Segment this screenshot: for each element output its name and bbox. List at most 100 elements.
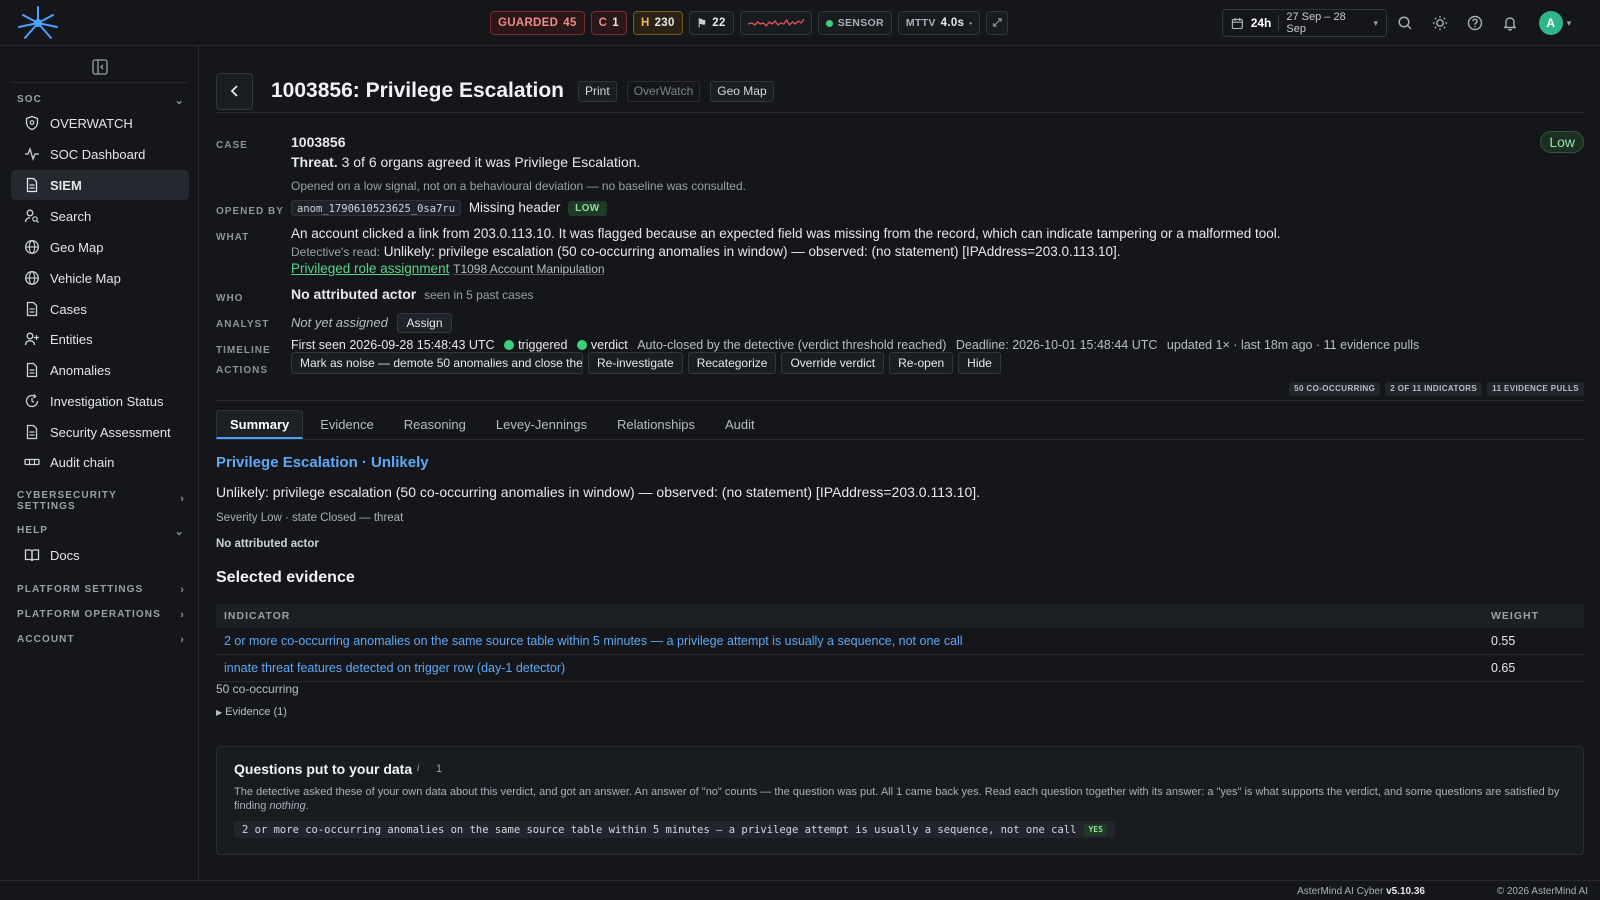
- document-icon: [26, 301, 38, 317]
- re-open-button[interactable]: Re-open: [889, 352, 954, 374]
- sidebar-section-platform-settings[interactable]: PLATFORM SETTINGS ›: [17, 584, 185, 596]
- date-range-text: 27 Sep – 28 Sep: [1286, 11, 1346, 35]
- geo-map-button[interactable]: Geo Map: [710, 80, 774, 102]
- question-item[interactable]: 2 or more co-occurring anomalies on the …: [234, 821, 1115, 838]
- tab-audit[interactable]: Audit: [712, 410, 768, 439]
- date-range-picker[interactable]: 24h 27 Sep – 28 Sep ▾: [1222, 9, 1387, 37]
- notifications-bell-icon[interactable]: [1500, 10, 1520, 36]
- first-seen: First seen 2026-09-28 15:48:43 UTC: [291, 338, 495, 352]
- date-range-divider: [1278, 15, 1280, 31]
- who-note: seen in 5 past cases: [424, 288, 534, 302]
- sidebar-item-label: Geo Map: [50, 239, 104, 255]
- sidebar-section-help[interactable]: HELP ⌄: [17, 525, 185, 538]
- overwatch-button[interactable]: OverWatch: [626, 80, 701, 102]
- sidebar-item-entities[interactable]: Entities: [11, 324, 189, 354]
- theme-toggle-icon[interactable]: [1430, 10, 1450, 36]
- sidebar-section-account[interactable]: ACCOUNT ›: [17, 634, 185, 646]
- print-button[interactable]: Print: [578, 80, 617, 102]
- sidebar-collapse-icon[interactable]: [91, 58, 109, 76]
- high-count-pill[interactable]: H 230: [632, 11, 683, 35]
- column-header-indicator[interactable]: INDICATOR: [216, 610, 1489, 622]
- deadline-text: Deadline: 2026-10-01 15:48:44 UTC: [955, 338, 1158, 352]
- chevron-right-icon: ›: [180, 634, 185, 646]
- help-icon[interactable]: [1465, 10, 1485, 36]
- re-investigate-button[interactable]: Re-investigate: [588, 352, 683, 374]
- table-row[interactable]: 2 or more co-occurring anomalies on the …: [216, 628, 1584, 655]
- sidebar-item-docs[interactable]: Docs: [11, 540, 189, 570]
- indicator-cell[interactable]: innate threat features detected on trigg…: [216, 661, 1489, 675]
- sidebar-item-anomalies[interactable]: Anomalies: [11, 355, 189, 385]
- case-tabs: Summary Evidence Reasoning Levey-Jenning…: [216, 410, 1584, 440]
- section-label: PLATFORM OPERATIONS: [17, 609, 161, 620]
- question-text: 2 or more co-occurring anomalies on the …: [242, 823, 1077, 836]
- globe-icon: [25, 271, 39, 285]
- sidebar-item-siem[interactable]: SIEM: [11, 170, 189, 200]
- indicator-cell[interactable]: 2 or more co-occurring anomalies on the …: [216, 634, 1489, 648]
- recategorize-button[interactable]: Recategorize: [687, 352, 777, 374]
- anomaly-id-chip[interactable]: anom_1790610523625_0sa7ru: [291, 200, 462, 217]
- mttv-pill[interactable]: MTTV 4.0s •: [897, 11, 981, 35]
- evidence-disclosure[interactable]: ▶ Evidence (1): [216, 706, 287, 718]
- astermind-logo[interactable]: [16, 3, 60, 43]
- answer-badge: YES: [1084, 823, 1107, 836]
- search-icon[interactable]: [1395, 10, 1415, 36]
- book-icon: [24, 549, 40, 562]
- weight-cell: 0.65: [1491, 661, 1516, 675]
- hide-button[interactable]: Hide: [958, 352, 1001, 374]
- flag-count-pill[interactable]: ⚑ 22: [688, 11, 734, 35]
- sidebar-item-security-assessment[interactable]: Security Assessment: [11, 417, 189, 447]
- refresh-icon: [25, 394, 39, 408]
- sidebar-section-platform-operations[interactable]: PLATFORM OPERATIONS ›: [17, 609, 185, 621]
- mark-as-noise-button[interactable]: Mark as noise — demote 50 anomalies and …: [291, 352, 583, 374]
- tab-relationships[interactable]: Relationships: [604, 410, 708, 439]
- title-row: 1003856: Privilege Escalation Print Over…: [216, 72, 1584, 110]
- high-value: 230: [654, 17, 675, 29]
- sidebar-item-cases[interactable]: Cases: [11, 294, 189, 324]
- evidence-pulls-badge: 11 EVIDENCE PULLS: [1487, 382, 1584, 396]
- sidebar-item-audit-chain[interactable]: Audit chain: [11, 447, 189, 477]
- sidebar-section-soc[interactable]: SOC ⌄: [17, 94, 185, 107]
- opened-by-text: Missing header: [468, 200, 561, 215]
- questions-count: 1: [436, 763, 443, 775]
- technique-code[interactable]: T1098 Account Manipulation: [453, 262, 604, 276]
- mttv-dot-icon: •: [969, 18, 973, 28]
- document-icon: [26, 177, 38, 193]
- table-header: INDICATOR WEIGHT: [216, 604, 1584, 628]
- sidebar-item-geo-map[interactable]: Geo Map: [11, 232, 189, 262]
- triggered-label: triggered: [518, 338, 568, 352]
- sidebar-item-search[interactable]: Search: [11, 201, 189, 231]
- threat-summary: Threat. 3 of 6 organs agreed it was Priv…: [291, 154, 640, 170]
- back-button[interactable]: [216, 72, 253, 110]
- updated-text: updated 1× · last 18m ago · 11 evidence …: [1166, 338, 1420, 352]
- user-menu[interactable]: A ▾: [1535, 10, 1575, 36]
- tab-reasoning[interactable]: Reasoning: [391, 410, 479, 439]
- tab-levey-jennings[interactable]: Levey-Jennings: [483, 410, 600, 439]
- sidebar-item-investigation-status[interactable]: Investigation Status: [11, 386, 189, 416]
- activity-sparkline[interactable]: [739, 11, 812, 35]
- critical-count-pill[interactable]: C 1: [590, 11, 627, 35]
- sensor-status-pill[interactable]: SENSOR: [817, 11, 892, 35]
- detective-text: Unlikely: privilege escalation (50 co-oc…: [383, 244, 1121, 259]
- override-verdict-button[interactable]: Override verdict: [781, 352, 885, 374]
- tab-summary[interactable]: Summary: [216, 410, 304, 439]
- expand-pill[interactable]: ⤢: [986, 11, 1009, 35]
- sidebar-item-overwatch[interactable]: OVERWATCH: [11, 108, 189, 138]
- case-detail: 1003856: Privilege Escalation Print Over…: [216, 46, 1584, 880]
- threat-level-pill[interactable]: GUARDED 45: [490, 11, 585, 35]
- sidebar-item-label: Entities: [50, 331, 93, 347]
- table-row[interactable]: innate threat features detected on trigg…: [216, 655, 1584, 682]
- sensor-status-dot: [825, 19, 833, 27]
- column-header-weight[interactable]: WEIGHT: [1489, 610, 1584, 622]
- technique-link[interactable]: Privileged role assignment: [291, 261, 449, 276]
- section-label: SETTINGS: [17, 501, 76, 512]
- who-text: No attributed actor: [291, 286, 417, 302]
- sidebar-item-soc-dashboard[interactable]: SOC Dashboard: [11, 139, 189, 169]
- avatar: A: [1538, 11, 1563, 35]
- product-name: AsterMind AI Cyber: [1297, 886, 1384, 897]
- info-icon[interactable]: i: [417, 763, 419, 774]
- sidebar-section-cybersecurity-settings[interactable]: CYBERSECURITY SETTINGS ›: [17, 490, 185, 512]
- tab-evidence[interactable]: Evidence: [307, 410, 386, 439]
- assign-button[interactable]: Assign: [397, 313, 452, 333]
- case-stat-badges: 50 CO-OCCURRING 2 OF 11 INDICATORS 11 EV…: [1289, 382, 1584, 396]
- sidebar-item-vehicle-map[interactable]: Vehicle Map: [11, 263, 189, 293]
